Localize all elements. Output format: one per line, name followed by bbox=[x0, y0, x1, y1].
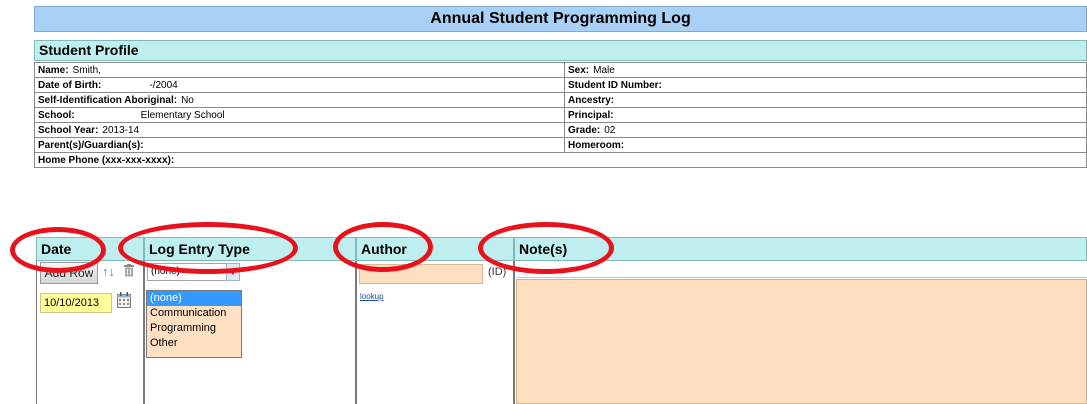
dob-label: Date of Birth: bbox=[38, 79, 102, 91]
profile-row: Self-Identification Aboriginal: No Ancest… bbox=[34, 92, 1087, 108]
profile-row: School Year: 2013-14 Grade: 02 bbox=[34, 122, 1087, 138]
notes-header-line bbox=[516, 262, 1087, 278]
principal-label: Principal: bbox=[568, 109, 614, 121]
log-entry-type-dropdown: (none) Communication Programming Other bbox=[146, 290, 242, 358]
date-input[interactable]: 10/10/2013 bbox=[40, 293, 112, 313]
student-profile-header: Student Profile bbox=[34, 40, 1087, 61]
profile-row: School: Elementary School Principal: bbox=[34, 107, 1087, 123]
dropdown-option-none[interactable]: (none) bbox=[147, 291, 241, 306]
dropdown-option-other[interactable]: Other bbox=[147, 336, 241, 351]
school-year-value: 2013-14 bbox=[102, 124, 140, 136]
aboriginal-value: No bbox=[181, 94, 194, 106]
name-value: Smith, bbox=[72, 64, 101, 76]
author-input[interactable] bbox=[359, 264, 483, 284]
author-id-label: (ID) bbox=[488, 266, 507, 278]
page-title: Annual Student Programming Log bbox=[34, 6, 1087, 32]
home-phone-label: Home Phone (xxx-xxx-xxxx): bbox=[38, 154, 175, 166]
school-label: School: bbox=[38, 109, 75, 121]
profile-row: Name: Smith, Sex: Male bbox=[34, 62, 1087, 78]
guardian-label: Parent(s)/Guardian(s): bbox=[38, 139, 144, 151]
dob-value: -/2004 bbox=[149, 79, 178, 91]
notes-column-header: Note(s) bbox=[514, 237, 1087, 261]
school-value: Elementary School bbox=[140, 109, 225, 121]
student-id-label: Student ID Number: bbox=[568, 79, 662, 91]
sex-label: Sex: bbox=[568, 64, 590, 76]
student-profile-table: Name: Smith, Sex: Male Date of Birth: -/200… bbox=[34, 62, 1087, 168]
dropdown-option-communication[interactable]: Communication bbox=[147, 306, 241, 321]
calendar-icon[interactable] bbox=[117, 292, 131, 308]
author-lookup-link[interactable]: lookup bbox=[360, 292, 384, 301]
add-row-button[interactable]: Add Row bbox=[40, 262, 98, 284]
date-column-header: Date bbox=[36, 237, 144, 261]
profile-row: Parent(s)/Guardian(s): Homeroom: bbox=[34, 137, 1087, 153]
sex-value: Male bbox=[593, 64, 615, 76]
school-year-label: School Year: bbox=[38, 124, 99, 136]
dropdown-option-programming[interactable]: Programming bbox=[147, 321, 241, 336]
profile-row: Date of Birth: -/2004 Student ID Number: bbox=[34, 77, 1087, 93]
grade-value: 02 bbox=[604, 124, 616, 136]
trash-icon[interactable] bbox=[124, 264, 134, 280]
aboriginal-label: Self-Identification Aboriginal: bbox=[38, 94, 178, 106]
sort-arrows-icon[interactable]: ↑↓ bbox=[102, 264, 115, 279]
author-column-header: Author bbox=[356, 237, 514, 261]
grade-label: Grade: bbox=[568, 124, 601, 136]
homeroom-label: Homeroom: bbox=[568, 139, 625, 151]
profile-row: Home Phone (xxx-xxx-xxxx): bbox=[34, 152, 1087, 168]
notes-textarea[interactable] bbox=[516, 279, 1087, 404]
name-label: Name: bbox=[38, 64, 69, 76]
ancestry-label: Ancestry: bbox=[568, 94, 615, 106]
chevron-down-icon[interactable]: ▼ bbox=[226, 263, 240, 281]
log-entry-type-column-header: Log Entry Type bbox=[144, 237, 356, 261]
